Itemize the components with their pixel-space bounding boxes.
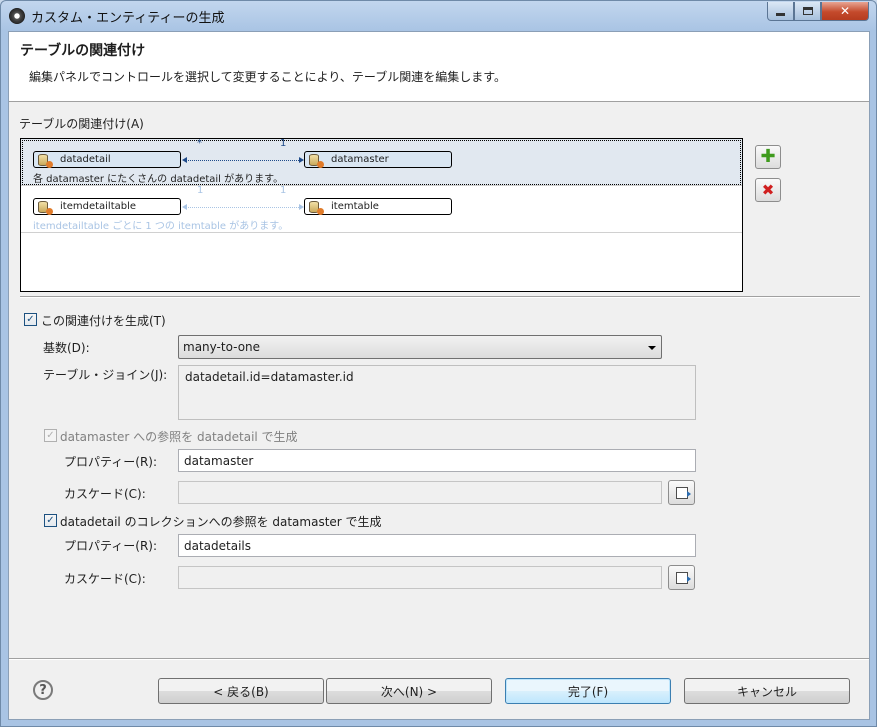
association-list[interactable]: datadetail * 1 datamaster 各 datamaster に… (20, 138, 743, 292)
ref2-generate-checkbox[interactable]: ✓ (44, 514, 57, 527)
table-join-field[interactable]: datadetail.id=datamaster.id (178, 365, 696, 420)
delete-icon: ✖ (761, 180, 775, 199)
ref1-generate-label: datamaster への参照を datadetail で生成 (60, 430, 298, 444)
target-table-name: itemtable (331, 201, 379, 212)
ref1-property-input[interactable]: datamaster (178, 449, 696, 472)
cancel-button[interactable]: キャンセル (684, 678, 850, 704)
delete-association-button[interactable]: ✖ (755, 178, 781, 202)
association-connector (186, 207, 299, 208)
source-multiplicity: * (197, 138, 202, 149)
ref2-cascade-input[interactable] (178, 566, 662, 589)
section-divider (20, 296, 860, 298)
plus-icon: ✚ (760, 146, 776, 167)
target-multiplicity: 1 (280, 185, 287, 196)
edit-document-icon (675, 486, 691, 499)
source-table-box[interactable]: itemdetailtable (33, 198, 181, 215)
minimize-button[interactable] (767, 2, 794, 21)
target-table-box[interactable]: itemtable (304, 198, 452, 215)
ref1-cascade-input[interactable] (178, 481, 662, 504)
association-description: itemdetailtable ごとに 1 つの itemtable があります… (33, 221, 289, 232)
target-multiplicity: 1 (280, 138, 287, 149)
database-table-icon (38, 200, 53, 215)
chevron-down-icon (648, 346, 656, 350)
app-icon (9, 8, 25, 24)
ref1-cascade-browse-button[interactable] (668, 480, 695, 505)
source-table-box[interactable]: datadetail (33, 151, 181, 168)
cardinality-select[interactable]: many-to-one (178, 335, 662, 359)
checkmark-icon: ✓ (46, 429, 55, 441)
generate-association-checkbox[interactable]: ✓ (24, 313, 37, 326)
checkmark-icon: ✓ (46, 514, 55, 526)
associations-label: テーブルの関連付け(A) (19, 117, 144, 131)
checkmark-icon: ✓ (26, 313, 35, 325)
ref2-cascade-browse-button[interactable] (668, 565, 695, 590)
title-bar[interactable]: カスタム・エンティティーの生成 ✕ (1, 1, 876, 31)
source-multiplicity: 1 (197, 185, 204, 196)
database-table-icon (38, 153, 53, 168)
footer-divider (9, 658, 869, 660)
database-table-icon (309, 200, 324, 215)
add-association-button[interactable]: ✚ (755, 145, 781, 169)
window-title: カスタム・エンティティーの生成 (31, 11, 225, 26)
table-join-label: テーブル・ジョイン(J): (43, 368, 168, 382)
target-table-name: datamaster (331, 154, 389, 165)
source-table-name: datadetail (60, 154, 111, 165)
source-table-name: itemdetailtable (60, 201, 137, 212)
dialog-window: カスタム・エンティティーの生成 ✕ テーブルの関連付け 編集パネルでコントロール… (0, 0, 877, 727)
association-row[interactable]: datadetail * 1 datamaster 各 datamaster に… (21, 138, 742, 186)
cardinality-value: many-to-one (183, 340, 261, 354)
page-title: テーブルの関連付け (20, 43, 146, 59)
association-description: 各 datamaster にたくさんの datadetail があります。 (33, 174, 284, 185)
row-divider (21, 232, 742, 233)
ref1-generate-checkbox[interactable]: ✓ (44, 429, 57, 442)
ref2-cascade-label: カスケード(C): (64, 572, 146, 586)
page-description: 編集パネルでコントロールを選択して変更することにより、テーブル関連を編集します。 (29, 70, 507, 84)
close-button[interactable]: ✕ (821, 2, 869, 21)
ref2-generate-label: datadetail のコレクションへの参照を datamaster で生成 (60, 515, 382, 529)
dialog-body: テーブルの関連付け 編集パネルでコントロールを選択して変更することにより、テーブ… (8, 31, 870, 720)
ref2-property-label: プロパティー(R): (64, 539, 158, 553)
association-row[interactable]: itemdetailtable 1 1 itemtable itemdetail… (21, 185, 742, 233)
ref1-property-label: プロパティー(R): (64, 455, 158, 469)
next-button[interactable]: 次へ(N) > (326, 678, 492, 704)
finish-button[interactable]: 完了(F) (505, 678, 671, 704)
edit-document-icon (675, 571, 691, 584)
help-button[interactable]: ? (33, 680, 53, 700)
maximize-button[interactable] (794, 2, 821, 21)
close-icon: ✕ (839, 4, 851, 18)
cardinality-label: 基数(D): (43, 341, 90, 355)
generate-association-label: この関連付けを生成(T) (41, 314, 166, 328)
target-table-box[interactable]: datamaster (304, 151, 452, 168)
association-connector (186, 160, 299, 161)
help-icon: ? (39, 682, 47, 698)
ref1-cascade-label: カスケード(C): (64, 487, 146, 501)
database-table-icon (309, 153, 324, 168)
maximize-icon (802, 7, 813, 15)
page-header: テーブルの関連付け 編集パネルでコントロールを選択して変更することにより、テーブ… (9, 32, 869, 102)
back-button[interactable]: < 戻る(B) (158, 678, 324, 704)
ref2-property-input[interactable]: datadetails (178, 534, 696, 557)
minimize-icon (776, 12, 785, 16)
